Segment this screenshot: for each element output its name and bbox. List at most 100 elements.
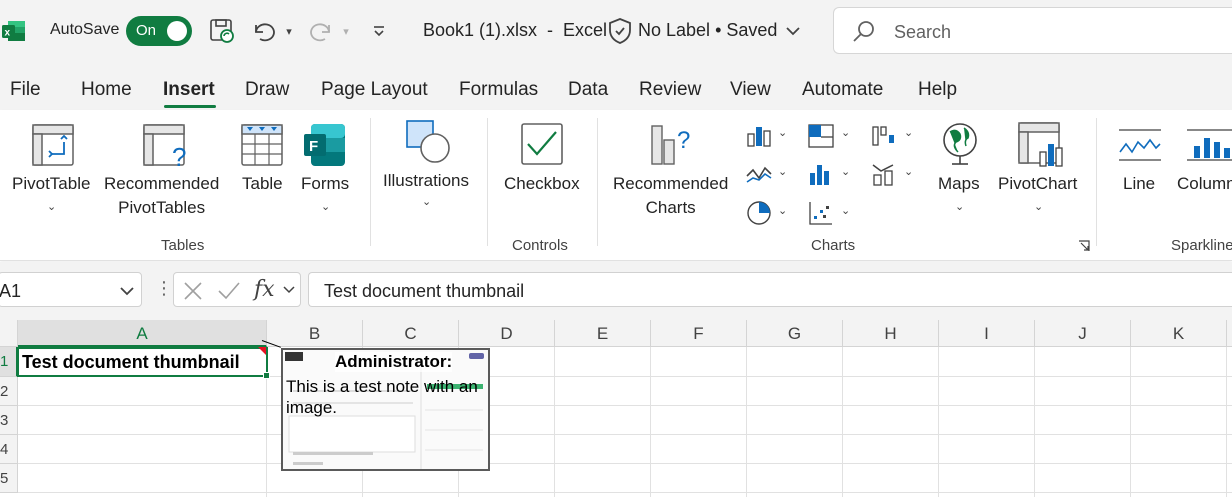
scatter-chart-icon[interactable] xyxy=(808,200,834,226)
line-chart-icon[interactable] xyxy=(746,162,772,186)
dialog-launcher-icon[interactable] xyxy=(1078,240,1090,252)
tab-automate[interactable]: Automate xyxy=(802,79,883,101)
customize-toolbar-icon[interactable] xyxy=(370,17,388,45)
tab-data[interactable]: Data xyxy=(568,79,608,101)
tab-draw[interactable]: Draw xyxy=(245,79,289,101)
row-header-2[interactable]: 2 xyxy=(0,377,18,406)
enter-icon[interactable] xyxy=(217,281,241,301)
undo-chevron-down-icon[interactable]: ▾ xyxy=(282,17,296,45)
column-header-d[interactable]: D xyxy=(459,320,555,347)
chevron-down-icon[interactable]: ⌄ xyxy=(841,204,850,217)
column-header-j[interactable]: J xyxy=(1035,320,1131,347)
row-header-3[interactable]: 3 xyxy=(0,406,18,435)
svg-text:x: x xyxy=(5,28,11,39)
pie-chart-icon[interactable] xyxy=(746,200,772,226)
select-all-corner[interactable] xyxy=(0,320,18,347)
chevron-down-icon[interactable]: ⌄ xyxy=(904,126,913,139)
chevron-down-icon[interactable]: ⌄ xyxy=(422,195,431,208)
chevron-down-icon[interactable] xyxy=(282,285,296,295)
ribbon-tabs: File Home Insert Draw Page Layout Formul… xyxy=(0,62,1232,110)
tab-help[interactable]: Help xyxy=(918,79,957,101)
sensitivity-label[interactable]: No Label • Saved xyxy=(638,20,777,41)
column-header-c[interactable]: C xyxy=(363,320,459,347)
row-gridline xyxy=(18,492,1232,493)
insert-function-icon[interactable]: fx xyxy=(254,277,275,302)
forms-button[interactable]: Forms xyxy=(301,172,349,196)
maps-label: Maps xyxy=(938,174,980,193)
chevron-down-icon[interactable]: ⌄ xyxy=(321,200,330,213)
pivot-table-button[interactable]: PivotTable xyxy=(12,172,90,196)
cancel-icon[interactable] xyxy=(183,281,203,301)
chevron-down-icon[interactable]: ⌄ xyxy=(841,165,850,178)
tab-page-layout[interactable]: Page Layout xyxy=(321,79,428,101)
row-header-1[interactable]: 1 xyxy=(0,347,18,377)
name-box[interactable]: A1 xyxy=(0,272,142,307)
illustrations-button[interactable]: Illustrations xyxy=(383,169,469,193)
chevron-down-icon[interactable]: ⌄ xyxy=(904,165,913,178)
tab-view[interactable]: View xyxy=(730,79,771,101)
search-box[interactable]: Search xyxy=(833,7,1232,54)
redo-chevron-down-icon[interactable]: ▾ xyxy=(339,17,353,45)
chevron-down-icon[interactable]: ⌄ xyxy=(1034,200,1043,213)
statistic-chart-icon[interactable] xyxy=(808,161,834,187)
cell-a1[interactable]: Test document thumbnail xyxy=(17,347,268,377)
chevron-down-icon[interactable]: ⌄ xyxy=(778,165,787,178)
column-header-a[interactable]: A xyxy=(18,320,267,347)
tab-review[interactable]: Review xyxy=(639,79,701,101)
sparkline-column-icon xyxy=(1187,129,1232,161)
tab-formulas[interactable]: Formulas xyxy=(459,79,538,101)
document-title[interactable]: Book1 (1).xlsx - Excel xyxy=(423,20,607,41)
checkbox-button[interactable]: Checkbox xyxy=(504,172,580,196)
recommended-charts-button[interactable]: Recommended Charts xyxy=(613,172,728,220)
column-chart-icon[interactable] xyxy=(746,124,772,148)
sparkline-column-label: Column xyxy=(1177,174,1232,193)
sparkline-line-button[interactable]: Line xyxy=(1123,172,1155,196)
hierarchy-chart-icon[interactable] xyxy=(807,123,835,149)
search-icon xyxy=(853,21,874,42)
tab-home[interactable]: Home xyxy=(81,79,132,101)
maps-button[interactable]: Maps xyxy=(938,172,980,196)
table-button[interactable]: Table xyxy=(242,172,283,196)
tab-file[interactable]: File xyxy=(10,79,41,101)
chevron-down-icon[interactable]: ⌄ xyxy=(955,200,964,213)
chevron-down-icon[interactable]: ⌄ xyxy=(841,126,850,139)
autosave-toggle[interactable]: On xyxy=(126,16,192,46)
waterfall-chart-icon[interactable] xyxy=(871,123,899,149)
column-header-h[interactable]: H xyxy=(843,320,939,347)
row-header-5[interactable]: 5 xyxy=(0,464,18,493)
sparkline-column-button[interactable]: Column xyxy=(1177,172,1232,196)
column-header-i[interactable]: I xyxy=(939,320,1035,347)
save-icon[interactable] xyxy=(208,17,236,45)
title-bar: x AutoSave On ▾ ▾ Book1 (1).xlsx - Excel… xyxy=(0,0,1232,62)
title-separator: • xyxy=(715,20,722,40)
chevron-down-icon[interactable]: ⌄ xyxy=(47,200,56,213)
cell-note[interactable]: Administrator: This is a test note with … xyxy=(281,348,490,471)
chevron-down-icon[interactable]: ⌄ xyxy=(778,126,787,139)
undo-icon[interactable] xyxy=(250,17,278,45)
recommended-pivot-tables-button[interactable]: Recommended PivotTables xyxy=(104,172,219,220)
pivot-chart-label: PivotChart xyxy=(998,174,1078,193)
chevron-down-icon[interactable] xyxy=(119,285,135,297)
combo-chart-icon[interactable] xyxy=(871,161,899,187)
column-header-e[interactable]: E xyxy=(555,320,651,347)
more-options-icon[interactable]: ⋮ xyxy=(155,278,173,299)
formula-input[interactable]: Test document thumbnail xyxy=(308,272,1232,307)
tab-insert[interactable]: Insert xyxy=(163,79,215,101)
worksheet-grid[interactable]: A B C D E F G H I J K 1 2 3 4 5 Test doc… xyxy=(0,320,1232,497)
formula-controls: fx xyxy=(173,272,301,307)
svg-text:?: ? xyxy=(677,127,690,154)
table-label: Table xyxy=(242,174,283,193)
column-header-g[interactable]: G xyxy=(747,320,843,347)
pivot-chart-button[interactable]: PivotChart xyxy=(998,172,1077,196)
column-header-f[interactable]: F xyxy=(651,320,747,347)
column-gridline xyxy=(842,347,843,497)
redo-icon[interactable] xyxy=(307,17,335,45)
column-header-k[interactable]: K xyxy=(1131,320,1227,347)
chevron-down-icon[interactable]: ⌄ xyxy=(778,204,787,217)
chevron-down-icon[interactable] xyxy=(785,25,801,37)
row-header-4[interactable]: 4 xyxy=(0,435,18,464)
group-separator xyxy=(487,118,488,246)
fill-handle[interactable] xyxy=(263,372,270,379)
column-header-b[interactable]: B xyxy=(267,320,363,347)
note-indicator[interactable] xyxy=(258,347,266,355)
